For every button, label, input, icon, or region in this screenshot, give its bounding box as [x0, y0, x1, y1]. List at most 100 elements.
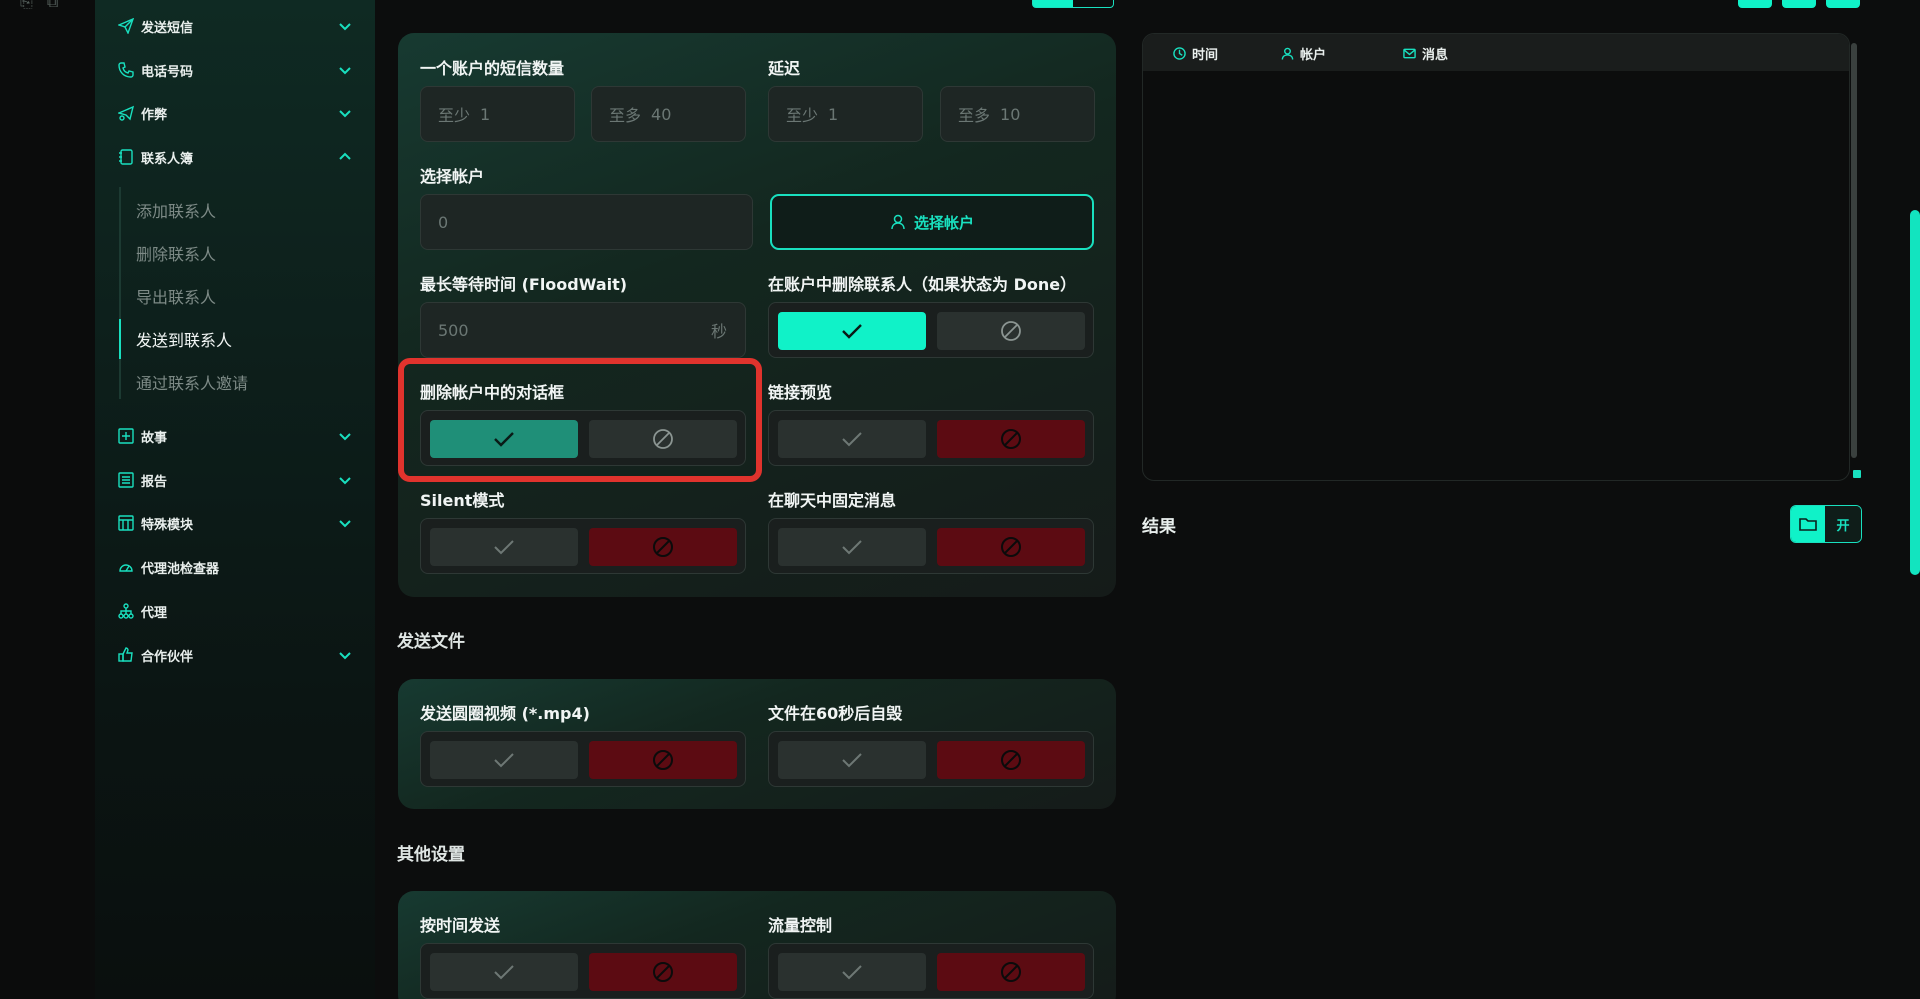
chevron-down-icon [339, 520, 351, 528]
toggle-off-button[interactable] [589, 528, 737, 566]
link-preview-toggle [768, 410, 1094, 466]
toggle-off-button[interactable] [937, 741, 1085, 779]
other-settings-title: 其他设置 [397, 845, 465, 865]
select-account-label: 选择帐户 [420, 167, 485, 186]
sidebar-item-stories[interactable]: 故事 [117, 421, 352, 451]
ban-icon [653, 750, 673, 770]
resize-handle[interactable] [1853, 470, 1861, 478]
log-col-account[interactable]: 帐户 [1281, 44, 1326, 63]
log-scrollbar[interactable] [1851, 43, 1857, 458]
silent-label: Silent模式 [420, 491, 505, 510]
sidebar-item-phone-numbers[interactable]: 电话号码 [117, 55, 352, 85]
toggle-on-button[interactable] [778, 528, 926, 566]
plus-square-icon [117, 427, 135, 445]
sidebar-item-contacts[interactable]: 联系人簿 [117, 142, 352, 172]
sidebar-item-label: 报告 [141, 474, 168, 490]
report-icon [117, 471, 135, 489]
toggle-off-button[interactable] [589, 741, 737, 779]
floodwait-input[interactable]: 500 秒 [420, 302, 746, 358]
delay-min-input[interactable]: 至少 1 [768, 86, 923, 142]
toggle-on-button[interactable] [778, 953, 926, 991]
clock-icon [1173, 47, 1186, 60]
seconds-unit: 秒 [710, 322, 727, 341]
round-video-toggle [420, 731, 746, 787]
select-account-button-label: 选择帐户 [913, 213, 974, 232]
submenu-item-send-to-contacts[interactable]: 发送到联系人 [136, 327, 232, 351]
check-icon [842, 324, 862, 339]
submenu-item-delete-contact[interactable]: 删除联系人 [136, 241, 216, 265]
edit-icon[interactable]: ⎘ [20, 0, 33, 12]
sms-min-input[interactable]: 至少 1 [420, 86, 575, 142]
delay-label: 延迟 [768, 59, 801, 78]
traffic-control-toggle [768, 943, 1094, 999]
silent-toggle [420, 518, 746, 574]
toggle-off-button[interactable] [937, 420, 1085, 458]
ban-icon [1001, 962, 1021, 982]
ban-icon [653, 429, 673, 449]
floodwait-value: 500 [438, 320, 469, 340]
log-col-message[interactable]: 消息 [1403, 44, 1448, 63]
delay-max-input[interactable]: 至多 10 [940, 86, 1095, 142]
sidebar-item-label: 电话号码 [141, 64, 194, 80]
page-scrollbar[interactable] [1910, 210, 1920, 575]
link-preview-label: 链接预览 [768, 383, 833, 402]
submenu-item-add-contact[interactable]: 添加联系人 [136, 198, 216, 222]
toggle-off-button[interactable] [937, 953, 1085, 991]
ban-icon [1001, 750, 1021, 770]
rail-icons: ⎘ ⧉ [20, 0, 58, 12]
layout-icon[interactable]: ⧉ [47, 0, 58, 12]
toggle-on-button[interactable] [778, 741, 926, 779]
delete-contacts-label: 在账户中删除联系人（如果状态为 Done） [768, 275, 1077, 294]
sidebar-item-special-modules[interactable]: 特殊模块 [117, 508, 352, 538]
pin-message-toggle [768, 518, 1094, 574]
log-col-time[interactable]: 时间 [1173, 44, 1218, 63]
submenu-item-export-contacts[interactable]: 导出联系人 [136, 284, 216, 308]
submenu-line [119, 187, 121, 399]
delete-contacts-toggle [768, 302, 1094, 358]
sms-max-value: 40 [651, 104, 672, 124]
log-col-account-label: 帐户 [1300, 48, 1327, 63]
sms-max-input[interactable]: 至多 40 [591, 86, 746, 142]
toolbar-button[interactable] [1738, 0, 1772, 8]
delay-min-value: 1 [828, 104, 839, 124]
toggle-on-button[interactable] [430, 528, 578, 566]
toggle-on-button[interactable] [778, 312, 926, 350]
open-results-button[interactable]: 开 [1790, 505, 1862, 543]
check-icon [494, 432, 514, 447]
select-account-button[interactable]: 选择帐户 [770, 194, 1094, 250]
min-prefix: 至少 [438, 106, 471, 125]
paper-plane-icon [117, 104, 135, 122]
sms-count-label: 一个账户的短信数量 [420, 59, 565, 78]
toggle-on-button[interactable] [430, 420, 578, 458]
top-toggle-button[interactable] [1032, 0, 1114, 8]
toggle-off-button[interactable] [589, 420, 737, 458]
contacts-book-icon [117, 148, 135, 166]
toolbar-button[interactable] [1826, 0, 1860, 8]
phone-icon [117, 61, 135, 79]
check-icon [842, 540, 862, 555]
log-table-header: 时间 帐户 消息 [1143, 34, 1849, 71]
ban-icon [1001, 429, 1021, 449]
toggle-on-button[interactable] [430, 741, 578, 779]
sidebar-item-proxy[interactable]: 代理 [117, 596, 352, 626]
left-rail: ⎘ ⧉ [0, 0, 95, 999]
sidebar-item-proxy-checker[interactable]: 代理池检查器 [117, 552, 352, 582]
check-icon [842, 753, 862, 768]
toggle-on-button[interactable] [778, 420, 926, 458]
chevron-down-icon [339, 433, 351, 441]
account-count-input[interactable]: 0 [420, 194, 753, 250]
sidebar-item-reports[interactable]: 报告 [117, 465, 352, 495]
mail-icon [1403, 48, 1416, 59]
submenu-item-invite-via-contacts[interactable]: 通过联系人邀请 [136, 370, 248, 394]
toggle-off-button[interactable] [937, 528, 1085, 566]
schedule-label: 按时间发送 [420, 916, 501, 935]
sidebar-item-send-sms[interactable]: 发送短信 [117, 11, 352, 41]
toggle-off-button[interactable] [937, 312, 1085, 350]
sidebar-item-partners[interactable]: 合作伙伴 [117, 640, 352, 670]
sidebar-item-cheat[interactable]: 作弊 [117, 98, 352, 128]
toggle-on-button[interactable] [430, 953, 578, 991]
toolbar-button[interactable] [1782, 0, 1816, 8]
min-prefix: 至少 [786, 106, 819, 125]
toggle-off-button[interactable] [589, 953, 737, 991]
chevron-down-icon [339, 652, 351, 660]
